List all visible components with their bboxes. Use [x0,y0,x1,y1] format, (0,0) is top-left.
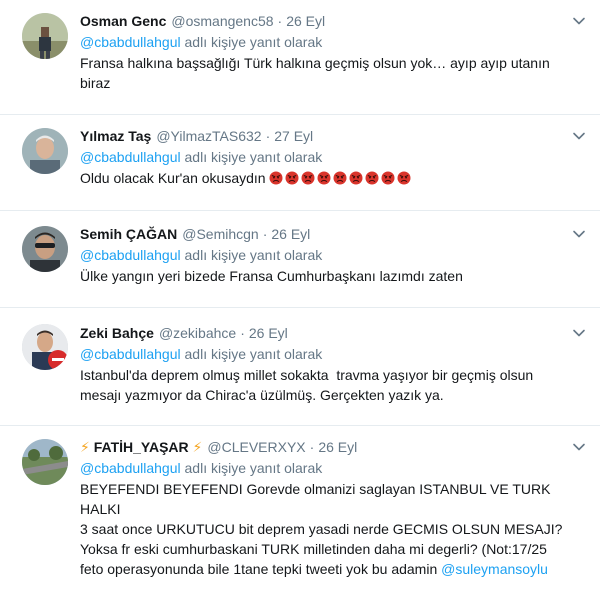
separator-dot: · [265,128,271,144]
avatar[interactable] [22,128,68,174]
separator-dot: · [262,226,268,242]
display-name-text: FATİH_YAŞAR [93,438,189,455]
tweet-text: Oldu olacak Kur'an okusaydın [80,168,586,188]
avatar[interactable] [22,226,68,272]
tweet-header: Semih ÇAĞAN @Semihcgn · 26 Eyl [80,224,586,244]
tweet-date[interactable]: 26 Eyl [318,439,357,455]
reply-mention-link[interactable]: @cbabdullahgul [80,247,181,263]
avatar-image [22,324,68,370]
reply-context: @cbabdullahgul adlı kişiye yanıt olarak [80,147,586,167]
chevron-down-icon[interactable] [572,14,586,28]
reply-tweet[interactable]: ⚡ FATİH_YAŞAR ⚡ @CLEVERXYX · 26 Eyl @cba… [0,426,600,610]
username[interactable]: @zekibahce [159,325,236,341]
chevron-down-icon[interactable] [572,227,586,241]
reply-feed: Osman Genc @osmangenc58 · 26 Eyl @cbabdu… [0,0,600,610]
avatar-image [22,13,68,59]
reply-tweet[interactable]: Semih ÇAĞAN @Semihcgn · 26 Eyl @cbabdull… [0,211,600,308]
tweet-text-body: Oldu olacak Kur'an okusaydın [80,170,270,186]
reply-mention-link[interactable]: @cbabdullahgul [80,149,181,165]
chevron-down-icon[interactable] [572,440,586,454]
tweet-text: Ülke yangın yeri bizede Fransa Cumhurbaş… [80,268,463,284]
angry-face-icon [333,171,347,185]
tweet-header: ⚡ FATİH_YAŞAR ⚡ @CLEVERXYX · 26 Eyl [80,437,586,457]
angry-face-icon [349,171,363,185]
angry-face-icon [365,171,379,185]
reply-tweet[interactable]: Osman Genc @osmangenc58 · 26 Eyl @cbabdu… [0,0,600,115]
tweet-header: Zeki Bahçe @zekibahce · 26 Eyl [80,323,586,343]
display-name[interactable]: Semih ÇAĞAN [80,226,177,242]
mention-link[interactable]: @suleymansoylu [441,561,548,577]
reply-context: @cbabdullahgul adlı kişiye yanıt olarak [80,245,586,265]
reply-context-label: adlı kişiye yanıt olarak [180,346,323,362]
separator-dot: · [309,439,315,455]
reply-context-label: adlı kişiye yanıt olarak [180,34,323,50]
reply-context: @cbabdullahgul adlı kişiye yanıt olarak [80,344,586,364]
reply-mention-link[interactable]: @cbabdullahgul [80,34,181,50]
username[interactable]: @YilmazTAS632 [156,128,261,144]
tweet-text: Istanbul'da deprem olmuş millet sokakta … [80,367,534,403]
username[interactable]: @CLEVERXYX [207,439,305,455]
username[interactable]: @osmangenc58 [171,13,273,29]
username[interactable]: @Semihcgn [182,226,258,242]
emoji-row [269,170,413,186]
lightning-icon: ⚡ [192,438,203,455]
avatar[interactable] [22,439,68,485]
avatar[interactable] [22,13,68,59]
reply-tweet[interactable]: Zeki Bahçe @zekibahce · 26 Eyl @cbabdull… [0,308,600,426]
angry-face-icon [285,171,299,185]
avatar-image [22,439,68,485]
tweet-date[interactable]: 26 Eyl [249,325,288,341]
angry-face-icon [301,171,315,185]
angry-face-icon [269,171,283,185]
display-name[interactable]: Yılmaz Taş [80,128,151,144]
reply-context-label: adlı kişiye yanıt olarak [180,247,323,263]
angry-face-icon [317,171,331,185]
tweet-date[interactable]: 26 Eyl [286,13,325,29]
display-name[interactable]: ⚡ FATİH_YAŞAR ⚡ [80,439,202,456]
tweet-header: Yılmaz Taş @YilmazTAS632 · 27 Eyl [80,126,586,146]
tweet-date[interactable]: 26 Eyl [271,226,310,242]
angry-face-icon [397,171,411,185]
tweet-header: Osman Genc @osmangenc58 · 26 Eyl [80,11,586,31]
reply-mention-link[interactable]: @cbabdullahgul [80,346,181,362]
angry-face-icon [381,171,395,185]
chevron-down-icon[interactable] [572,326,586,340]
reply-context: @cbabdullahgul adlı kişiye yanıt olarak [80,458,586,478]
tweet-text: Fransa halkına başsağlığı Türk halkına g… [80,55,550,91]
lightning-icon: ⚡ [80,438,90,455]
reply-context-label: adlı kişiye yanıt olarak [180,460,323,476]
chevron-down-icon[interactable] [572,129,586,143]
reply-context: @cbabdullahgul adlı kişiye yanıt olarak [80,32,586,52]
tweet-date[interactable]: 27 Eyl [274,128,313,144]
avatar-image [22,128,68,174]
display-name[interactable]: Zeki Bahçe [80,325,154,341]
reply-mention-link[interactable]: @cbabdullahgul [80,460,181,476]
display-name[interactable]: Osman Genc [80,13,166,29]
avatar-image [22,226,68,272]
avatar[interactable] [22,324,68,370]
separator-dot: · [240,325,245,341]
reply-tweet[interactable]: Yılmaz Taş @YilmazTAS632 · 27 Eyl @cbabd… [0,115,600,211]
reply-context-label: adlı kişiye yanıt olarak [180,149,323,165]
separator-dot: · [277,13,283,29]
tweet-text: BEYEFENDI BEYEFENDI Gorevde olmanizi sag… [80,479,586,579]
